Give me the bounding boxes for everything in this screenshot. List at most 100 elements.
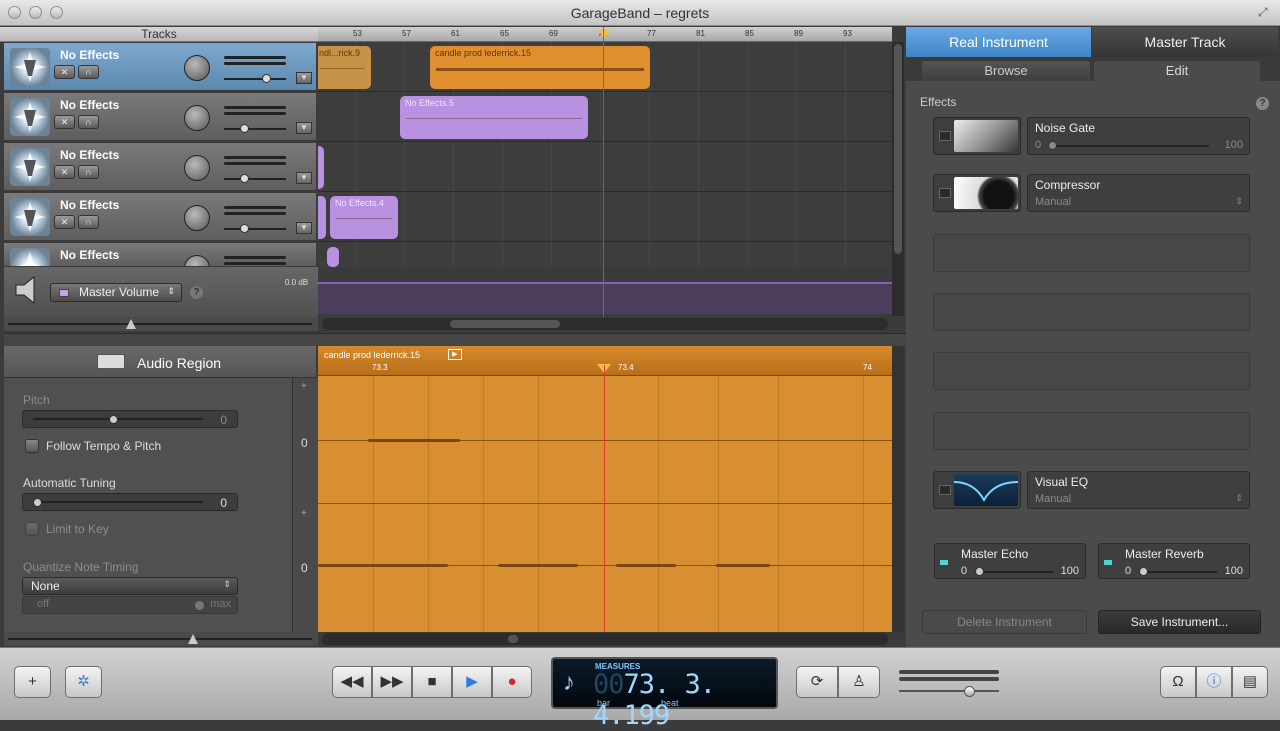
timeline-hscrollbar[interactable]	[322, 318, 888, 330]
send-enable-led[interactable]	[1104, 560, 1112, 565]
track-volume-slider[interactable]	[224, 174, 286, 183]
mute-button[interactable]: ✕	[54, 115, 75, 129]
slider-thumb[interactable]	[964, 686, 975, 697]
master-automation-lane[interactable]	[318, 282, 892, 314]
headphones-button[interactable]: ∩	[78, 215, 99, 229]
master-volume-select[interactable]: Master Volume ⇕	[50, 283, 182, 302]
send-enable-led[interactable]	[940, 560, 948, 565]
slider-thumb[interactable]	[195, 601, 204, 610]
effect-noise-gate[interactable]: Noise Gate 0 100	[1027, 117, 1250, 155]
add-track-button[interactable]: +	[14, 666, 51, 698]
audio-region[interactable]	[318, 146, 324, 189]
track-header-5[interactable]: No Effects	[4, 243, 316, 267]
track-header-2[interactable]: No Effects ✕ ∩ ▼	[4, 93, 316, 141]
effect-power-button[interactable]	[939, 485, 951, 495]
track-volume-slider[interactable]	[224, 124, 286, 133]
track-volume-slider[interactable]	[224, 74, 286, 83]
volume-thumb[interactable]	[262, 74, 271, 83]
send-master-reverb[interactable]: Master Reverb 0 100	[1098, 543, 1250, 579]
slider-thumb[interactable]	[1139, 567, 1148, 576]
effect-thumbnail-noise-gate[interactable]	[933, 117, 1021, 155]
effect-power-button[interactable]	[939, 188, 951, 198]
audio-region[interactable]: No Effects.4	[330, 196, 398, 239]
tracks-timeline[interactable]: ndl...rick.9 candle prod lederrick.15 No…	[318, 42, 892, 267]
slider-thumb[interactable]	[975, 567, 984, 576]
track-menu-button[interactable]: ▼	[296, 72, 312, 84]
scroll-thumb[interactable]	[450, 320, 560, 328]
fullscreen-icon[interactable]: ⤢	[1258, 5, 1272, 19]
mute-button[interactable]: ✕	[54, 65, 75, 79]
loop-browser-button[interactable]: Ω	[1160, 666, 1196, 698]
audio-region[interactable]: No Effects.5	[400, 96, 588, 139]
volume-thumb[interactable]	[240, 224, 249, 233]
track-menu-button[interactable]: ▼	[296, 172, 312, 184]
save-instrument-button[interactable]: Save Instrument...	[1098, 610, 1261, 634]
slider-thumb[interactable]	[109, 415, 118, 424]
playhead-marker[interactable]	[597, 29, 611, 38]
editor-vscrollbar[interactable]	[892, 346, 904, 632]
fast-forward-button[interactable]: ▶▶	[372, 666, 412, 698]
effect-thumbnail-visual-eq[interactable]	[933, 471, 1021, 509]
stop-button[interactable]: ■	[412, 666, 452, 698]
pan-knob[interactable]	[184, 155, 210, 181]
volume-thumb[interactable]	[240, 174, 249, 183]
effect-visual-eq[interactable]: Visual EQ Manual ⇕	[1027, 471, 1250, 509]
master-volume-slider[interactable]	[897, 668, 1003, 702]
pan-knob[interactable]	[184, 255, 210, 266]
headphones-button[interactable]: ∩	[78, 165, 99, 179]
empty-effect-slot[interactable]	[933, 234, 1250, 272]
headphones-button[interactable]: ∩	[78, 115, 99, 129]
slider-thumb[interactable]	[33, 498, 42, 507]
info-button[interactable]: ⓘ	[1196, 666, 1232, 698]
help-icon[interactable]: ?	[1256, 97, 1269, 110]
scroll-thumb[interactable]	[508, 635, 518, 643]
scroll-thumb[interactable]	[894, 44, 902, 254]
tab-master-track[interactable]: Master Track	[1092, 27, 1278, 57]
tuner-button[interactable]: ✲	[65, 666, 102, 698]
track-header-3[interactable]: No Effects ✕ ∩ ▼	[4, 143, 316, 191]
slider-thumb[interactable]	[1048, 141, 1057, 150]
limit-to-key-checkbox[interactable]	[25, 522, 39, 536]
track-menu-button[interactable]: ▼	[296, 222, 312, 234]
lcd-display[interactable]: MEASURES ♪ 0073. 3. 4.199 bar beat	[551, 657, 778, 731]
empty-effect-slot[interactable]	[933, 293, 1250, 331]
track-header-4[interactable]: No Effects ✕ ∩ ▼	[4, 193, 316, 241]
quantize-strength-slider[interactable]: off max	[22, 596, 238, 614]
pane-splitter[interactable]	[4, 333, 906, 346]
send-master-echo[interactable]: Master Echo 0 100	[934, 543, 1086, 579]
track-header-1[interactable]: No Effects ✕ ∩ ▼	[4, 43, 316, 91]
tab-browse[interactable]: Browse	[922, 61, 1090, 81]
effect-power-button[interactable]	[939, 131, 951, 141]
rewind-button[interactable]: ◀◀	[332, 666, 372, 698]
volume-thumb[interactable]	[240, 124, 249, 133]
effect-preset[interactable]: Manual	[1035, 493, 1071, 505]
pitch-slider[interactable]: 0	[22, 410, 238, 428]
media-browser-button[interactable]: ▤	[1232, 666, 1268, 698]
mute-button[interactable]: ✕	[54, 215, 75, 229]
cycle-button[interactable]: ⟳	[796, 666, 838, 698]
audio-region[interactable]: ndl...rick.9	[318, 46, 371, 89]
follow-tempo-checkbox[interactable]	[25, 439, 39, 453]
quantize-select[interactable]: None ⇕	[22, 577, 238, 595]
delete-instrument-button[interactable]: Delete Instrument	[922, 610, 1087, 634]
auto-tuning-slider[interactable]: 0	[22, 493, 238, 511]
effect-thumbnail-compressor[interactable]	[933, 174, 1021, 212]
effect-compressor[interactable]: Compressor Manual ⇕	[1027, 174, 1250, 212]
audio-region[interactable]	[327, 247, 339, 267]
audio-region[interactable]	[318, 196, 326, 239]
pan-knob[interactable]	[184, 205, 210, 231]
pan-knob[interactable]	[184, 105, 210, 131]
play-button[interactable]: ▶	[452, 666, 492, 698]
pan-knob[interactable]	[184, 55, 210, 81]
mute-button[interactable]: ✕	[54, 165, 75, 179]
help-icon[interactable]: ?	[190, 286, 203, 299]
tab-real-instrument[interactable]: Real Instrument	[906, 27, 1091, 57]
record-button[interactable]: ●	[492, 666, 532, 698]
audio-region[interactable]: candle prod lederrick.15	[430, 46, 650, 89]
region-waveform-editor[interactable]: candle prod lederrick.15 ▶ 73.3 73.4 74	[318, 346, 892, 632]
empty-effect-slot[interactable]	[933, 352, 1250, 390]
timeline-vscrollbar[interactable]	[892, 42, 904, 316]
tab-edit[interactable]: Edit	[1094, 61, 1260, 81]
editor-hscrollbar[interactable]	[322, 633, 888, 645]
loop-icon[interactable]: ▶	[448, 349, 462, 360]
